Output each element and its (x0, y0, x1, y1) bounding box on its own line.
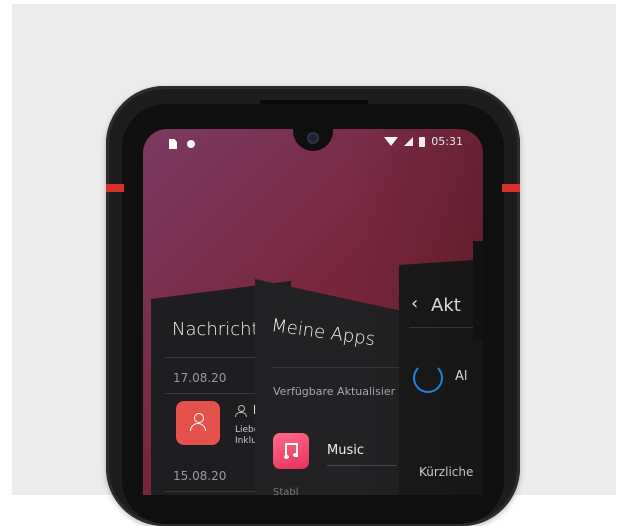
music-app-icon[interactable] (273, 433, 309, 469)
app-name[interactable]: Music (327, 443, 364, 458)
apps-panel[interactable]: Meine Apps Verfügbare Aktualisier Music … (255, 279, 411, 495)
divider (271, 367, 411, 368)
update-row-label[interactable]: Al (455, 369, 468, 384)
sim-card-icon (169, 139, 177, 149)
updates-available-label: Verfügbare Aktualisier (273, 385, 396, 398)
status-bar-left (169, 139, 195, 149)
wifi-icon (384, 137, 399, 146)
messages-title: Nachricht (172, 319, 259, 340)
battery-icon (419, 136, 426, 147)
person-icon (189, 413, 207, 433)
divider (327, 465, 397, 466)
apps-title: Meine Apps (270, 315, 377, 351)
accent-stripe-left (106, 184, 124, 192)
status-clock: 05:31 (431, 135, 463, 148)
updates-panel[interactable]: ‹ Akt Al Kürzliche (399, 259, 483, 495)
recent-label: Kürzliche (419, 465, 474, 479)
earpiece (260, 100, 368, 104)
music-note-icon (284, 443, 298, 459)
loading-spinner-icon (413, 363, 443, 393)
contact-avatar[interactable] (176, 401, 220, 445)
sender-person-icon (235, 405, 247, 417)
signal-icon (404, 137, 414, 146)
message-date: 17.08.20 (173, 371, 227, 385)
notification-dot-icon (187, 140, 195, 148)
camera-icon (307, 132, 319, 144)
screen: 05:31 Nachricht 17.08.20 E Lieber Inklus… (143, 129, 483, 495)
faded-text: Stabl (273, 487, 299, 495)
background-panel-edge (473, 241, 483, 341)
message-date: 15.08.20 (173, 469, 227, 483)
divider (409, 327, 483, 328)
accent-stripe-right (502, 184, 520, 192)
updates-title: Akt (431, 295, 461, 316)
back-chevron-icon[interactable]: ‹ (411, 293, 418, 314)
status-bar-right: 05:31 (384, 135, 463, 148)
